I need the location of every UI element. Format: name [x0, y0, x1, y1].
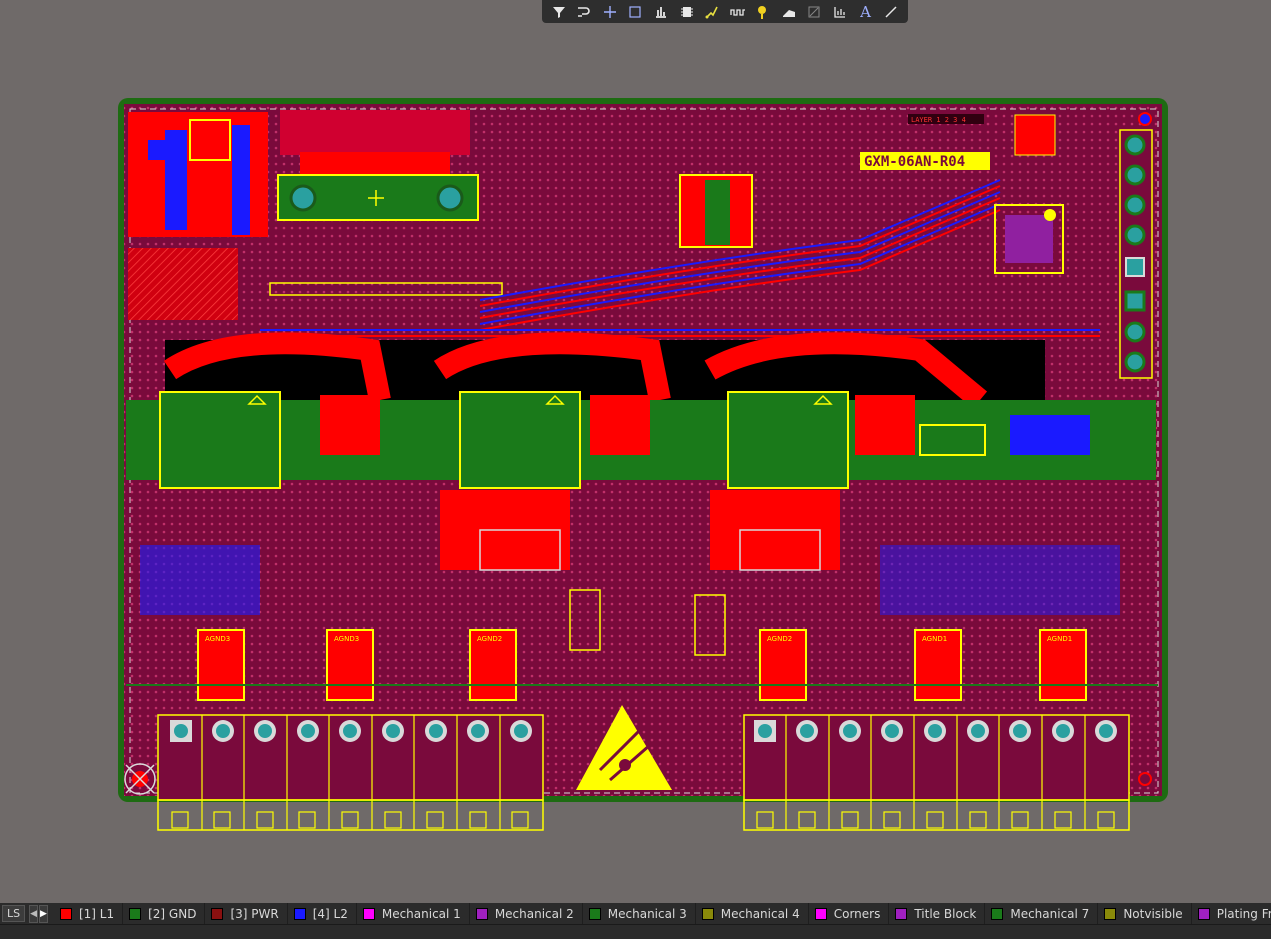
layer-tab-label: Plating Frame [1216, 906, 1271, 921]
header-connector [1119, 129, 1153, 379]
pcb-canvas[interactable]: GXM-06AN-R04 LAYER 1 2 3 4 AGND3 AGND3 A… [0, 0, 1271, 880]
layer-tab-label: [4] L2 [312, 906, 348, 921]
layer-color-swatch [211, 907, 224, 920]
board-title-text: GXM-06AN-R04 [864, 154, 965, 170]
layer-tab-label: Corners [833, 906, 881, 921]
chevron-left-icon[interactable]: ◀ [29, 904, 39, 923]
layer-color-swatch [293, 907, 306, 920]
inductor-band [126, 332, 1156, 489]
layer-color-swatch [895, 907, 908, 920]
layer-tab-label: Title Block [914, 906, 977, 921]
layer-tab-label: Mechanical 4 [720, 906, 800, 921]
layer-tab-label: Mechanical 7 [1010, 906, 1090, 921]
layer-color-swatch [475, 907, 488, 920]
agnd-label: AGND3 [205, 635, 230, 643]
layer-tab[interactable]: Corners [809, 903, 890, 924]
agnd-label: AGND2 [767, 635, 792, 643]
agnd-label: AGND1 [1047, 635, 1072, 643]
agnd-label: AGND3 [334, 635, 359, 643]
layer-tab[interactable]: Mechanical 1 [357, 903, 470, 924]
layer-tab[interactable]: Mechanical 4 [696, 903, 809, 924]
status-bar [0, 924, 1271, 939]
layer-tab-bar: LS ◀ ▶ [1] L1 [2] GND [3] PWR [4] L2 Mechani… [0, 903, 1271, 924]
layer-tab[interactable]: [1] L1 [54, 903, 124, 924]
layer-tab-label: Mechanical 2 [494, 906, 574, 921]
layer-set-button[interactable]: LS [2, 905, 26, 922]
layer-stack-text: LAYER 1 2 3 4 [911, 116, 966, 124]
layer-color-swatch [59, 907, 72, 920]
layer-tab-label: [1] L1 [78, 906, 115, 921]
layer-tab[interactable]: [4] L2 [288, 903, 357, 924]
layer-color-swatch [1104, 907, 1117, 920]
layer-tab-label: [3] PWR [230, 906, 279, 921]
layer-tab[interactable]: Mechanical 7 [985, 903, 1099, 924]
layer-tab[interactable]: [3] PWR [205, 903, 288, 924]
terminal-block-left [157, 714, 544, 831]
chevron-right-icon[interactable]: ▶ [39, 904, 48, 923]
layer-tab[interactable]: Title Block [889, 903, 986, 924]
layer-tab[interactable]: Plating Frame [1192, 903, 1271, 924]
layer-tabs: [1] L1 [2] GND [3] PWR [4] L2 Mechanical 1 Me… [54, 903, 1271, 924]
layer-tab-label: Notvisible [1123, 906, 1183, 921]
layer-color-swatch [701, 907, 714, 920]
layer-color-swatch [1197, 907, 1210, 920]
agnd-label: AGND2 [477, 635, 502, 643]
layer-color-swatch [991, 907, 1004, 920]
layer-tab-label: [2] GND [148, 906, 197, 921]
layer-tab[interactable]: Notvisible [1098, 903, 1192, 924]
terminal-block-right [743, 714, 1130, 831]
agnd-label: AGND1 [922, 635, 947, 643]
layer-color-swatch [129, 907, 142, 920]
layer-tab-label: Mechanical 3 [607, 906, 687, 921]
layer-tab[interactable]: Mechanical 3 [583, 903, 696, 924]
layer-color-swatch [814, 907, 827, 920]
layer-tab[interactable]: Mechanical 2 [470, 903, 583, 924]
layer-color-swatch [362, 907, 375, 920]
layer-color-swatch [588, 907, 601, 920]
layer-tab[interactable]: [2] GND [123, 903, 206, 924]
layer-tab-label: Mechanical 1 [381, 906, 461, 921]
